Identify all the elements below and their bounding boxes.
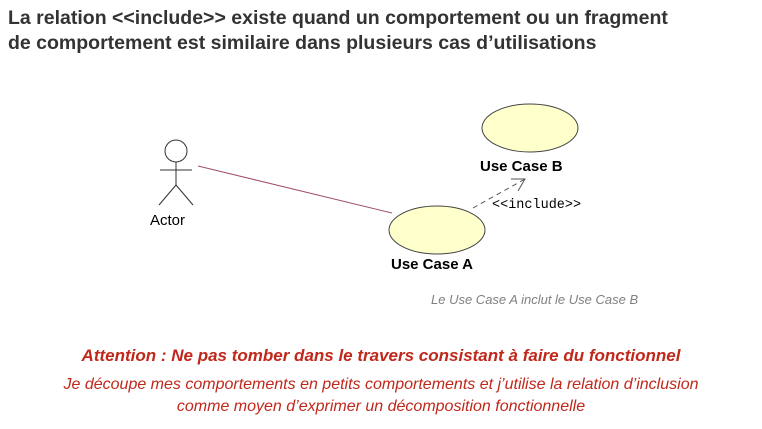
use-case-b-label: Use Case B: [480, 158, 563, 175]
warning-line-2: comme moyen d’exprimer un décomposition …: [176, 398, 586, 415]
use-case-a: [388, 205, 486, 255]
use-case-b: [481, 103, 579, 153]
warning-title: Attention : Ne pas tomber dans le traver…: [81, 346, 681, 365]
actor-label: Actor: [150, 212, 185, 229]
include-label: <<include>>: [492, 198, 581, 213]
use-case-a-label: Use Case A: [391, 256, 473, 273]
diagram-caption: Le Use Case A inclut le Use Case B: [431, 292, 639, 307]
actor-figure: [158, 139, 194, 206]
warning-line-1: Je découpe mes comportements en petits c…: [63, 376, 699, 393]
association-line: [197, 165, 393, 214]
